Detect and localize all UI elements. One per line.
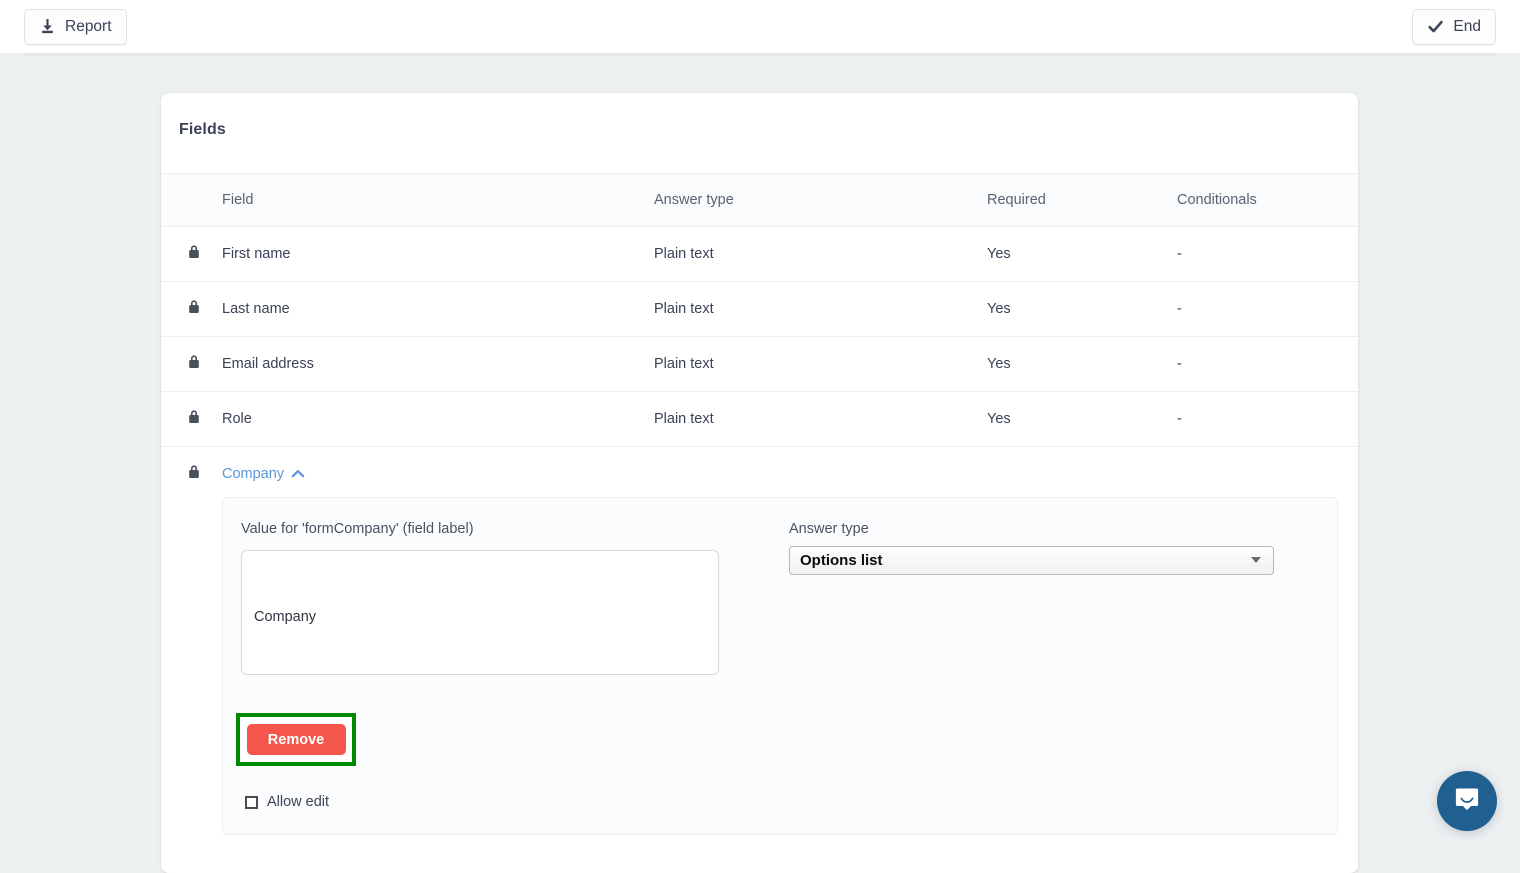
table-row-company[interactable]: Company bbox=[161, 447, 1358, 485]
row-required: Yes bbox=[987, 281, 1177, 337]
row-conditionals: - bbox=[1177, 281, 1358, 337]
row-answer-type: Plain text bbox=[654, 281, 987, 337]
row-required: Yes bbox=[987, 336, 1177, 392]
row-lock-cell bbox=[161, 226, 222, 282]
table-row[interactable]: First name Plain text Yes - bbox=[161, 226, 1358, 282]
chat-bubble-icon bbox=[1452, 784, 1482, 819]
intercom-launcher-button[interactable] bbox=[1437, 771, 1497, 831]
column-header-conditionals: Conditionals bbox=[1177, 173, 1358, 227]
table-header-row: Field Answer type Required Conditionals bbox=[161, 173, 1358, 227]
value-field-label: Value for 'formCompany' (field label) bbox=[241, 521, 474, 537]
table-row[interactable]: Email address Plain text Yes - bbox=[161, 336, 1358, 392]
check-icon bbox=[1427, 18, 1444, 35]
company-field-label: Company bbox=[222, 466, 285, 482]
end-button[interactable]: End bbox=[1412, 8, 1496, 45]
lock-icon bbox=[187, 299, 222, 319]
row-conditionals: - bbox=[1177, 391, 1358, 447]
report-button[interactable]: Report bbox=[24, 8, 127, 45]
page-title: Fields bbox=[179, 121, 226, 138]
chevron-up-icon bbox=[291, 469, 305, 479]
row-required: Yes bbox=[987, 391, 1177, 447]
table-body: First name Plain text Yes - Last name Pl… bbox=[161, 226, 1358, 485]
value-textarea[interactable] bbox=[241, 550, 719, 675]
column-header-required: Required bbox=[987, 173, 1177, 227]
download-icon bbox=[39, 18, 56, 35]
row-field-name: Last name bbox=[222, 281, 654, 337]
row-answer-type: Plain text bbox=[654, 336, 987, 392]
top-bar: Report End bbox=[0, 0, 1520, 53]
report-button-label: Report bbox=[65, 17, 112, 35]
allow-edit-label: Allow edit bbox=[267, 794, 330, 810]
row-conditionals: - bbox=[1177, 336, 1358, 392]
top-bar-divider bbox=[24, 53, 1496, 56]
answer-type-select-wrapper[interactable]: Options list bbox=[789, 546, 1274, 575]
company-settings-panel: Value for 'formCompany' (field label) An… bbox=[222, 497, 1338, 835]
column-header-field: Field bbox=[222, 173, 654, 227]
column-header-lock bbox=[161, 173, 222, 227]
row-conditionals: - bbox=[1177, 226, 1358, 282]
lock-icon bbox=[187, 409, 222, 429]
allow-edit-checkbox[interactable] bbox=[245, 795, 258, 809]
table-header: Field Answer type Required Conditionals bbox=[161, 173, 1358, 227]
fields-table: Field Answer type Required Conditionals … bbox=[161, 173, 1358, 484]
row-answer-type: Plain text bbox=[654, 391, 987, 447]
row-lock-cell bbox=[161, 336, 222, 392]
chevron-down-icon bbox=[1251, 557, 1261, 563]
row-lock-cell bbox=[161, 447, 222, 485]
table-row[interactable]: Role Plain text Yes - bbox=[161, 391, 1358, 447]
answer-type-label: Answer type bbox=[789, 521, 869, 537]
remove-button[interactable]: Remove bbox=[246, 724, 346, 755]
row-field-name: First name bbox=[222, 226, 654, 282]
row-lock-cell bbox=[161, 281, 222, 337]
row-field-name: Role bbox=[222, 391, 654, 447]
lock-icon bbox=[187, 244, 222, 264]
row-field-name: Email address bbox=[222, 336, 654, 392]
answer-type-selected-value: Options list bbox=[800, 552, 883, 569]
answer-type-select[interactable]: Options list bbox=[789, 546, 1274, 575]
lock-icon bbox=[187, 354, 222, 374]
table-row[interactable]: Last name Plain text Yes - bbox=[161, 281, 1358, 337]
end-button-label: End bbox=[1453, 17, 1481, 35]
highlight-annotation-box: Remove bbox=[236, 713, 356, 766]
lock-icon bbox=[187, 464, 222, 484]
row-required: Yes bbox=[987, 226, 1177, 282]
company-expand-toggle[interactable]: Company bbox=[222, 466, 305, 482]
row-company-cell: Company bbox=[222, 447, 1358, 485]
allow-edit-checkbox-row[interactable]: Allow edit bbox=[245, 794, 329, 810]
row-lock-cell bbox=[161, 391, 222, 447]
row-answer-type: Plain text bbox=[654, 226, 987, 282]
column-header-answer-type: Answer type bbox=[654, 173, 987, 227]
